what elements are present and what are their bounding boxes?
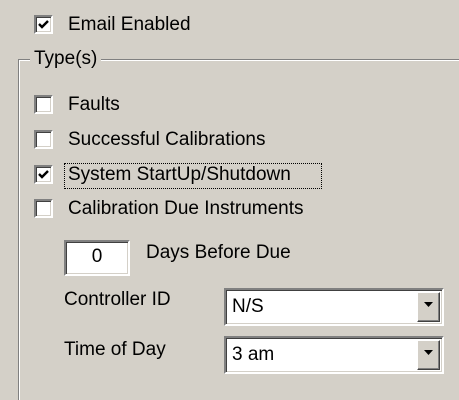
calibration-due-instruments-checkbox[interactable] bbox=[34, 199, 53, 218]
controller-id-value: N/S bbox=[232, 296, 264, 317]
checkmark-icon bbox=[38, 20, 49, 29]
faults-checkbox[interactable] bbox=[34, 95, 53, 114]
time-of-day-value: 3 am bbox=[232, 344, 275, 365]
chevron-down-icon bbox=[424, 302, 433, 307]
types-group-title: Type(s) bbox=[30, 47, 102, 71]
email-enabled-checkbox[interactable] bbox=[34, 15, 53, 34]
checkmark-icon bbox=[38, 170, 49, 179]
faults-label: Faults bbox=[68, 94, 120, 115]
email-enabled-label: Email Enabled bbox=[68, 14, 191, 35]
days-before-due-label: Days Before Due bbox=[146, 242, 291, 263]
time-of-day-label: Time of Day bbox=[64, 339, 166, 360]
time-of-day-select[interactable]: 3 am bbox=[224, 336, 444, 374]
controller-id-label: Controller ID bbox=[64, 289, 171, 310]
system-startup-shutdown-checkbox[interactable] bbox=[34, 165, 53, 184]
time-of-day-dropdown-button[interactable] bbox=[417, 340, 440, 370]
days-before-due-input[interactable]: 0 bbox=[64, 240, 130, 276]
system-startup-shutdown-label: System StartUp/Shutdown bbox=[68, 164, 291, 185]
chevron-down-icon bbox=[424, 350, 433, 355]
successful-calibrations-checkbox[interactable] bbox=[34, 130, 53, 149]
successful-calibrations-label: Successful Calibrations bbox=[68, 129, 266, 150]
calibration-due-instruments-label: Calibration Due Instruments bbox=[68, 198, 304, 219]
controller-id-select[interactable]: N/S bbox=[224, 288, 444, 326]
controller-id-dropdown-button[interactable] bbox=[417, 292, 440, 322]
